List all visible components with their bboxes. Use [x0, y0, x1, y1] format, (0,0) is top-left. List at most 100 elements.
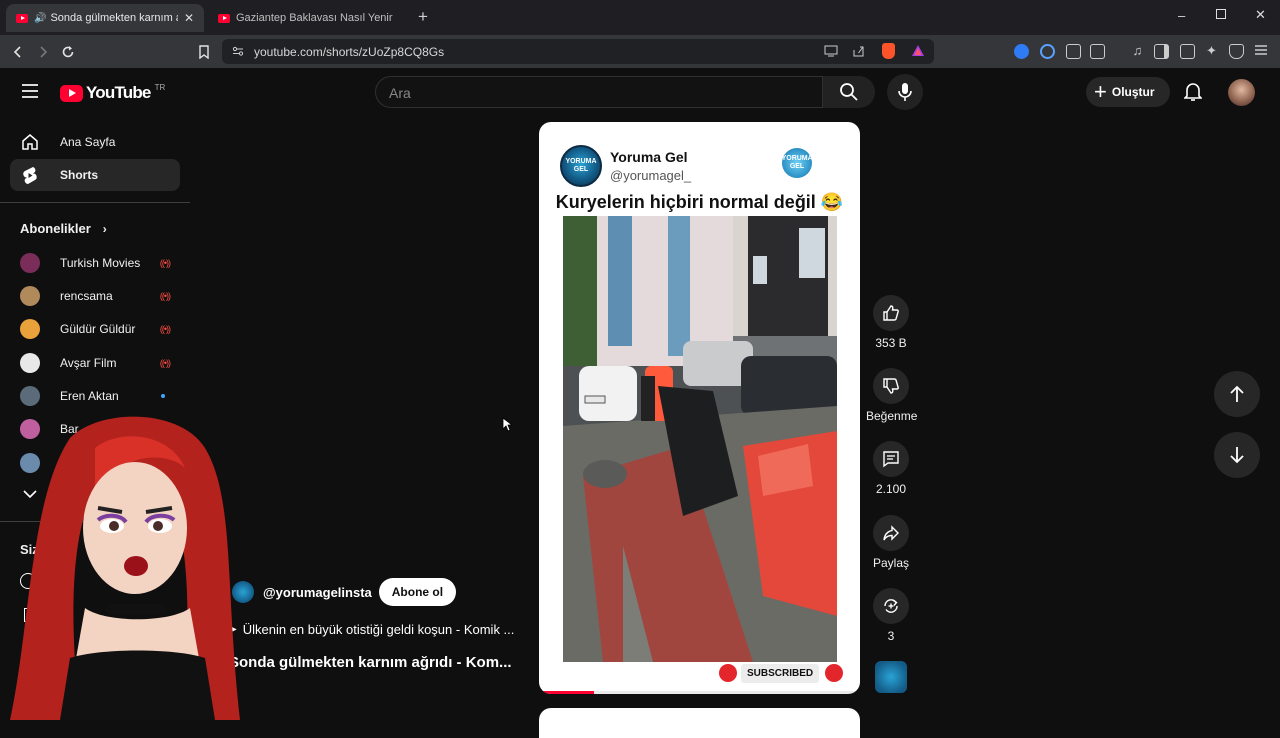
- search-button[interactable]: [823, 76, 875, 108]
- subscription-item[interactable]: Avşar Film ((•)): [20, 351, 180, 375]
- thumbs-down-icon: [883, 378, 899, 394]
- youtube-page: YouTube TR Ara + Oluştur Ana Sayfa Short…: [0, 68, 1280, 738]
- video-progress-fill: [539, 691, 594, 694]
- subscription-item[interactable]: Eren Aktan: [20, 384, 180, 408]
- thumbs-up-icon: [883, 305, 899, 321]
- sidebar-item-label: Ana Sayfa: [60, 135, 116, 149]
- comment-count: 2.100: [875, 482, 907, 496]
- back-button[interactable]: [7, 41, 29, 63]
- dislike-action[interactable]: Beğenme: [866, 368, 917, 423]
- subscription-item[interactable]: Güldür Güldür ((•)): [20, 317, 180, 341]
- comments-button[interactable]: [873, 441, 909, 477]
- share-action[interactable]: Paylaş: [866, 515, 916, 570]
- dislike-button[interactable]: [873, 368, 909, 404]
- channel-badge-icon: YORUMA GEL: [781, 148, 813, 178]
- tab-close-icon[interactable]: ✕: [184, 11, 194, 25]
- streamer-cartoon-avatar: [10, 416, 240, 720]
- subscription-name: Avşar Film: [60, 356, 117, 370]
- chevron-right-icon: ›: [102, 221, 107, 236]
- avatar-text: YORUMA GEL: [565, 158, 597, 173]
- bookmark-icon[interactable]: [193, 41, 215, 63]
- channel-avatar: [20, 319, 40, 339]
- reload-button[interactable]: [57, 41, 79, 63]
- live-indicator-icon: ((•)): [159, 258, 171, 268]
- sound-channel-thumbnail[interactable]: [875, 661, 907, 693]
- sidebar-item-label: Shorts: [60, 168, 99, 182]
- cast-icon[interactable]: [824, 45, 838, 57]
- sidebar-item-shorts[interactable]: Shorts: [10, 159, 180, 191]
- logo-text: YouTube: [86, 83, 151, 102]
- tab-inactive[interactable]: Gaziantep Baklavası Nasıl Yenir ? - Ko: [208, 4, 404, 32]
- site-settings-icon[interactable]: [232, 45, 244, 57]
- like-icon: [719, 664, 737, 682]
- account-avatar[interactable]: [1228, 79, 1255, 106]
- comments-action[interactable]: 2.100: [866, 441, 916, 496]
- extension-icon[interactable]: [1014, 44, 1029, 59]
- create-button[interactable]: + Oluştur: [1086, 77, 1170, 107]
- tab-title: Sonda gülmekten karnım ağrı: [50, 12, 177, 24]
- tab-active[interactable]: 🔊 Sonda gülmekten karnım ağrı ✕: [6, 4, 204, 32]
- youtube-logo[interactable]: YouTube TR: [60, 83, 165, 103]
- brave-rewards-icon[interactable]: [911, 44, 925, 57]
- previous-short-button[interactable]: [1214, 371, 1260, 417]
- badge-text: YORUMA GEL: [781, 155, 813, 170]
- voice-search-button[interactable]: [887, 74, 923, 110]
- forward-button[interactable]: [32, 41, 54, 63]
- next-short-preview[interactable]: [539, 708, 860, 738]
- minimize-button[interactable]: –: [1178, 8, 1185, 23]
- live-indicator-icon: ((•)): [159, 291, 171, 301]
- speaker-icon: 🔊: [34, 12, 47, 24]
- youtube-favicon-icon: [16, 13, 28, 23]
- new-content-dot-icon: [161, 394, 165, 398]
- notifications-bell-icon[interactable]: [1184, 82, 1202, 102]
- remix-button[interactable]: [873, 588, 909, 624]
- short-channel-row: @yorumagelinsta Abone ol: [232, 578, 457, 606]
- channel-avatar: [20, 353, 40, 373]
- microphone-icon: [898, 83, 912, 101]
- channel-avatar: [20, 386, 40, 406]
- related-video-link[interactable]: ▶ Ülkenin en büyük otistiği geldi koşun …: [229, 622, 514, 637]
- share-page-icon[interactable]: [852, 45, 865, 58]
- like-button[interactable]: [873, 295, 909, 331]
- channel-avatar: [20, 253, 40, 273]
- shorts-icon: [20, 166, 40, 185]
- remix-icon: [884, 599, 898, 613]
- remix-action[interactable]: 3: [866, 588, 916, 643]
- like-action[interactable]: 353 B: [866, 295, 916, 350]
- close-window-button[interactable]: ✕: [1255, 7, 1266, 23]
- related-video-title: Ülkenin en büyük otistiği geldi koşun - …: [242, 622, 515, 637]
- video-progress-bar[interactable]: [539, 691, 860, 694]
- share-button[interactable]: [873, 515, 909, 551]
- subscription-item[interactable]: Turkish Movies ((•)): [20, 251, 180, 275]
- leo-ai-icon[interactable]: ✦: [1204, 44, 1219, 59]
- browser-menu-icon[interactable]: [1254, 44, 1269, 59]
- share-label: Paylaş: [872, 556, 910, 570]
- extension-icon[interactable]: [1040, 44, 1055, 59]
- address-bar[interactable]: youtube.com/shorts/zUoZp8CQ8Gs: [222, 39, 934, 64]
- shorts-player[interactable]: YORUMA GEL Yoruma Gel @yorumagel_ YORUMA…: [539, 122, 860, 694]
- maximize-button[interactable]: [1216, 9, 1226, 19]
- extensions-puzzle-icon[interactable]: [1066, 44, 1081, 59]
- guide-menu-icon[interactable]: [22, 84, 38, 98]
- vpn-shield-icon[interactable]: [1229, 44, 1244, 59]
- search-icon: [840, 83, 858, 101]
- plus-icon: +: [1094, 79, 1107, 104]
- media-music-icon[interactable]: ♫: [1130, 44, 1145, 59]
- subscriptions-header[interactable]: Abonelikler ›: [20, 221, 107, 236]
- sidebar-toggle-icon[interactable]: [1154, 44, 1169, 59]
- wallet-icon[interactable]: [1180, 44, 1195, 59]
- channel-name[interactable]: @yorumagelinsta: [263, 585, 372, 600]
- next-short-button[interactable]: [1214, 432, 1260, 478]
- brave-shields-icon[interactable]: [882, 43, 895, 59]
- subscribe-button[interactable]: Abone ol: [378, 578, 457, 606]
- live-indicator-icon: ((•)): [159, 358, 171, 368]
- extension-icon[interactable]: [1090, 44, 1105, 59]
- new-tab-button[interactable]: +: [418, 7, 428, 27]
- subscription-item[interactable]: rencsama ((•)): [20, 284, 180, 308]
- like-count: 353 B: [875, 336, 907, 350]
- short-channel-avatar: YORUMA GEL: [560, 145, 602, 187]
- search-input[interactable]: Ara: [375, 76, 823, 108]
- sidebar-item-home[interactable]: Ana Sayfa: [10, 126, 180, 158]
- short-caption: Kuryelerin hiçbiri normal değil 😂: [555, 192, 844, 212]
- browser-toolbar: youtube.com/shorts/zUoZp8CQ8Gs ♫ ✦: [0, 35, 1280, 68]
